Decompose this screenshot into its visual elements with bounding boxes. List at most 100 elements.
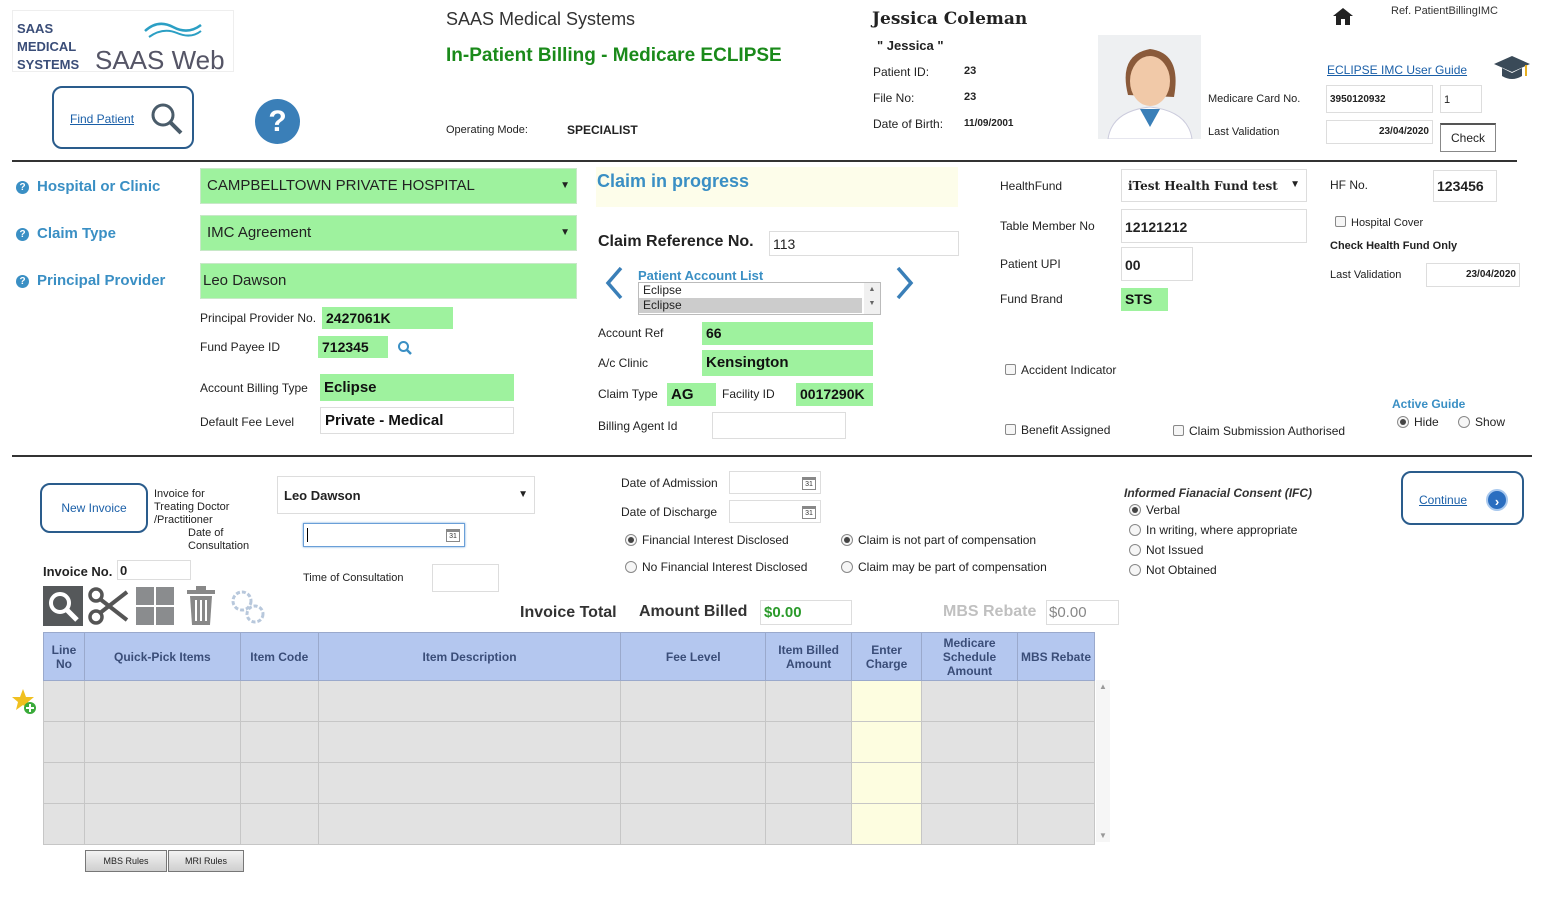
billing-agent-input[interactable]	[712, 412, 846, 439]
accident-indicator-checkbox[interactable]: Accident Indicator	[1005, 363, 1116, 377]
doctor-select[interactable]: Leo Dawson ▼	[277, 476, 535, 514]
benefit-assigned-label: Benefit Assigned	[1021, 423, 1111, 437]
hf-no-field[interactable]: 123456	[1433, 170, 1497, 202]
ifc-verbal-radio[interactable]: Verbal	[1129, 503, 1180, 517]
guide-show-radio[interactable]: Show	[1458, 415, 1505, 429]
radio[interactable]	[1129, 544, 1141, 556]
table-row[interactable]	[43, 680, 1095, 722]
radio[interactable]	[841, 561, 853, 573]
radio[interactable]	[625, 534, 637, 546]
star-add-icon[interactable]	[11, 688, 39, 719]
calendar-icon[interactable]: 31	[802, 506, 816, 519]
claim-status: Claim in progress	[597, 171, 750, 191]
table-scrollbar[interactable]: ▲ ▼	[1096, 680, 1110, 842]
calendar-icon[interactable]: 31	[802, 477, 816, 490]
checkbox[interactable]	[1005, 364, 1016, 375]
radio[interactable]	[1397, 416, 1409, 428]
graduation-cap-icon[interactable]	[1492, 52, 1532, 85]
medicare-irn-field[interactable]: 1	[1440, 85, 1482, 113]
claim-ref-field[interactable]: 113	[769, 231, 959, 256]
radio[interactable]	[1129, 564, 1141, 576]
account-billing-type[interactable]: Eclipse	[320, 374, 514, 401]
ifc-not-obtained-radio[interactable]: Not Obtained	[1129, 563, 1217, 577]
radio[interactable]	[625, 561, 637, 573]
amount-billed-field: $0.00	[760, 600, 852, 625]
find-patient-button[interactable]: Find Patient	[52, 86, 194, 149]
scroll-up-icon[interactable]: ▲	[1096, 682, 1110, 691]
date-admission-input[interactable]: 31	[729, 471, 821, 494]
calendar-icon[interactable]: 31	[446, 529, 460, 542]
medicare-no-field[interactable]: 3950120932	[1326, 85, 1433, 113]
fund-payee[interactable]: 712345	[318, 336, 388, 358]
fund-brand[interactable]: STS	[1121, 288, 1168, 311]
trash-icon[interactable]	[185, 585, 217, 630]
ifc-writing-radio[interactable]: In writing, where appropriate	[1129, 523, 1297, 537]
claim-type2-label: Claim Type	[598, 387, 658, 401]
radio[interactable]	[1129, 524, 1141, 536]
fin-disclosed-radio[interactable]: Financial Interest Disclosed	[625, 533, 789, 547]
scissors-icon[interactable]	[87, 586, 129, 629]
radio[interactable]	[1458, 416, 1470, 428]
list-item[interactable]: Eclipse	[639, 283, 880, 298]
help-circle-icon[interactable]: ?	[16, 275, 29, 288]
hospital-cover-checkbox[interactable]: Hospital Cover	[1335, 216, 1423, 229]
claim-type-select[interactable]: IMC Agreement ▼	[200, 215, 577, 251]
not-compensation-radio[interactable]: Claim is not part of compensation	[841, 533, 1036, 547]
table-member-field[interactable]: 12121212	[1121, 209, 1307, 243]
mbs-rules-button[interactable]: MBS Rules	[85, 850, 167, 872]
continue-button[interactable]: Continue ›	[1401, 471, 1524, 525]
check-button[interactable]: Check	[1440, 123, 1496, 152]
principal-provider-input[interactable]: Leo Dawson	[200, 263, 577, 299]
search-icon[interactable]	[397, 340, 413, 356]
table-row[interactable]	[43, 721, 1095, 763]
date-discharge-input[interactable]: 31	[729, 500, 821, 523]
hospital-select[interactable]: CAMPBELLTOWN PRIVATE HOSPITAL ▼	[200, 168, 577, 204]
principal-provider-no[interactable]: 2427061K	[322, 307, 453, 329]
account-ref[interactable]: 66	[702, 322, 873, 345]
search-icon[interactable]	[43, 586, 83, 626]
radio[interactable]	[1129, 504, 1141, 516]
time-consult-input[interactable]	[432, 564, 499, 592]
check-hf-only[interactable]: Check Health Fund Only	[1330, 240, 1457, 252]
ac-clinic[interactable]: Kensington	[702, 350, 873, 376]
may-compensation-radio[interactable]: Claim may be part of compensation	[841, 560, 1047, 574]
table-row[interactable]	[43, 803, 1095, 845]
logo-wave-icon	[144, 22, 202, 38]
facility[interactable]: 0017290K	[796, 383, 873, 406]
patient-account-list[interactable]: Eclipse Eclipse ▲ ▼	[638, 282, 881, 315]
invoice-no-field[interactable]: 0	[117, 560, 191, 580]
scroll-down-icon[interactable]: ▼	[1096, 831, 1110, 840]
table-row[interactable]	[43, 762, 1095, 804]
chevron-left-icon[interactable]	[604, 266, 624, 303]
healthfund-select[interactable]: iTest Health Fund test ▼	[1121, 169, 1307, 202]
help-icon[interactable]: ?	[255, 99, 300, 144]
ifc-not-issued-radio[interactable]: Not Issued	[1129, 543, 1203, 557]
home-icon[interactable]	[1331, 6, 1355, 29]
guide-hide-radio[interactable]: Hide	[1397, 415, 1439, 429]
radio[interactable]	[841, 534, 853, 546]
chevron-right-icon[interactable]	[895, 266, 915, 303]
fund-last-validation-field[interactable]: 23/04/2020	[1426, 263, 1520, 287]
default-fee[interactable]: Private - Medical	[320, 407, 514, 434]
benefit-assigned-checkbox[interactable]: Benefit Assigned	[1005, 423, 1110, 437]
new-invoice-button[interactable]: New Invoice	[40, 483, 148, 533]
scrollbar[interactable]: ▲ ▼	[864, 283, 880, 314]
checkbox[interactable]	[1335, 216, 1346, 227]
no-fin-disclosed-radio[interactable]: No Financial Interest Disclosed	[625, 560, 807, 574]
gears-icon[interactable]	[228, 586, 268, 629]
list-item[interactable]: Eclipse	[639, 298, 862, 313]
date-consult-input[interactable]: 31	[303, 523, 465, 547]
claim-submission-checkbox[interactable]: Claim Submission Authorised	[1173, 424, 1345, 438]
checkbox[interactable]	[1173, 425, 1184, 436]
grid-icon[interactable]	[135, 586, 175, 629]
user-guide-link[interactable]: ECLIPSE IMC User Guide	[1327, 63, 1467, 77]
mri-rules-button[interactable]: MRI Rules	[168, 850, 244, 872]
claim-type2[interactable]: AG	[667, 383, 716, 406]
patient-upi-field[interactable]: 00	[1121, 247, 1193, 281]
checkbox[interactable]	[1005, 424, 1016, 435]
last-validation-field[interactable]: 23/04/2020	[1326, 120, 1433, 144]
help-circle-icon[interactable]: ?	[16, 181, 29, 194]
avatar	[1098, 35, 1201, 139]
find-patient-label: Find Patient	[70, 112, 135, 126]
help-circle-icon[interactable]: ?	[16, 228, 29, 241]
